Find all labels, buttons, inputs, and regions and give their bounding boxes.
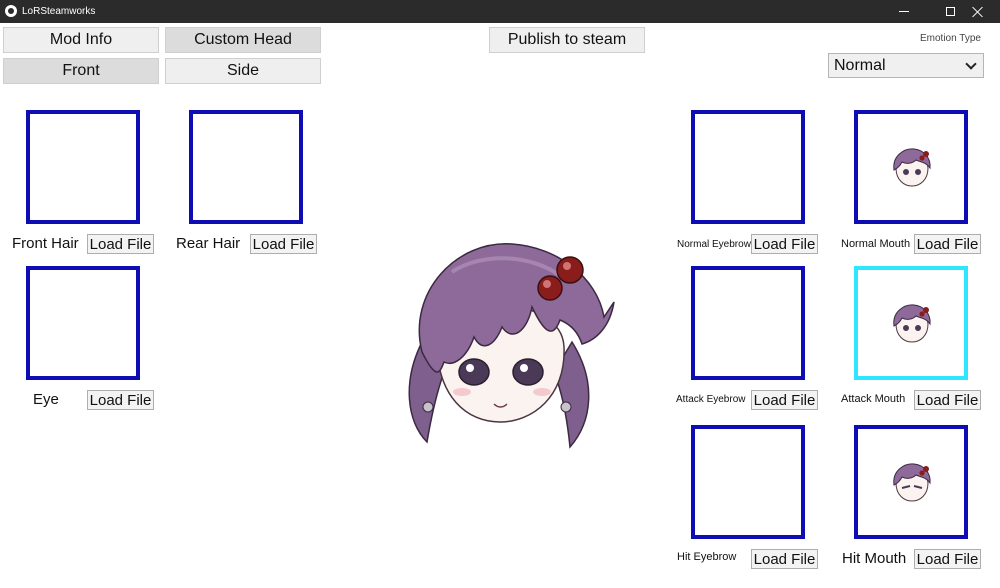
emotion-type-label: Emotion Type <box>920 33 981 44</box>
normal-mouth-slot[interactable] <box>854 110 968 224</box>
eye-slot[interactable] <box>26 266 140 380</box>
title-bar: LoRSteamworks <box>0 0 1000 23</box>
chevron-down-icon <box>965 58 977 70</box>
hit-eyebrow-load-button[interactable]: Load File <box>751 549 818 569</box>
attack-eyebrow-slot[interactable] <box>691 266 805 380</box>
eye-load-button[interactable]: Load File <box>87 390 154 410</box>
front-hair-load-button[interactable]: Load File <box>87 234 154 254</box>
hit-eyebrow-slot[interactable] <box>691 425 805 539</box>
minimize-icon <box>899 11 909 12</box>
normal-mouth-label: Normal Mouth <box>841 238 911 250</box>
hit-mouth-label: Hit Mouth <box>842 550 907 567</box>
attack-mouth-slot[interactable] <box>854 266 968 380</box>
rear-hair-slot[interactable] <box>189 110 303 224</box>
normal-mouth-load-button[interactable]: Load File <box>914 234 981 254</box>
eye-label: Eye <box>33 391 59 408</box>
normal-eyebrow-load-button[interactable]: Load File <box>751 234 818 254</box>
window-title: LoRSteamworks <box>22 6 96 17</box>
publish-button[interactable]: Publish to steam <box>489 27 645 53</box>
front-hair-slot[interactable] <box>26 110 140 224</box>
hit-mouth-thumbnail <box>893 463 931 502</box>
close-icon <box>972 6 983 17</box>
tab-front[interactable]: Front <box>3 58 159 84</box>
hit-eyebrow-label: Hit Eyebrow <box>677 551 737 563</box>
app-window: LoRSteamworks Mod Info Custom Head Front… <box>0 0 1000 588</box>
rear-hair-load-button[interactable]: Load File <box>250 234 317 254</box>
hit-mouth-slot[interactable] <box>854 425 968 539</box>
attack-mouth-load-button[interactable]: Load File <box>914 390 981 410</box>
attack-mouth-thumbnail <box>893 304 931 343</box>
head-preview-image <box>408 243 615 449</box>
app-icon <box>5 5 17 17</box>
front-hair-label: Front Hair <box>12 235 79 252</box>
normal-eyebrow-slot[interactable] <box>691 110 805 224</box>
normal-mouth-thumbnail <box>893 148 931 187</box>
attack-mouth-label: Attack Mouth <box>841 393 906 405</box>
tab-mod-info[interactable]: Mod Info <box>3 27 159 53</box>
tab-custom-head[interactable]: Custom Head <box>165 27 321 53</box>
close-button[interactable] <box>954 0 1000 23</box>
rear-hair-label: Rear Hair <box>176 235 241 252</box>
minimize-button[interactable] <box>881 0 927 23</box>
attack-eyebrow-label: Attack Eyebrow <box>676 394 746 405</box>
normal-eyebrow-label: Normal Eyebrow <box>677 239 751 250</box>
tab-side[interactable]: Side <box>165 58 321 84</box>
attack-eyebrow-load-button[interactable]: Load File <box>751 390 818 410</box>
hit-mouth-load-button[interactable]: Load File <box>914 549 981 569</box>
emotion-type-value: Normal <box>834 56 886 74</box>
emotion-type-select[interactable]: Normal <box>828 53 984 78</box>
